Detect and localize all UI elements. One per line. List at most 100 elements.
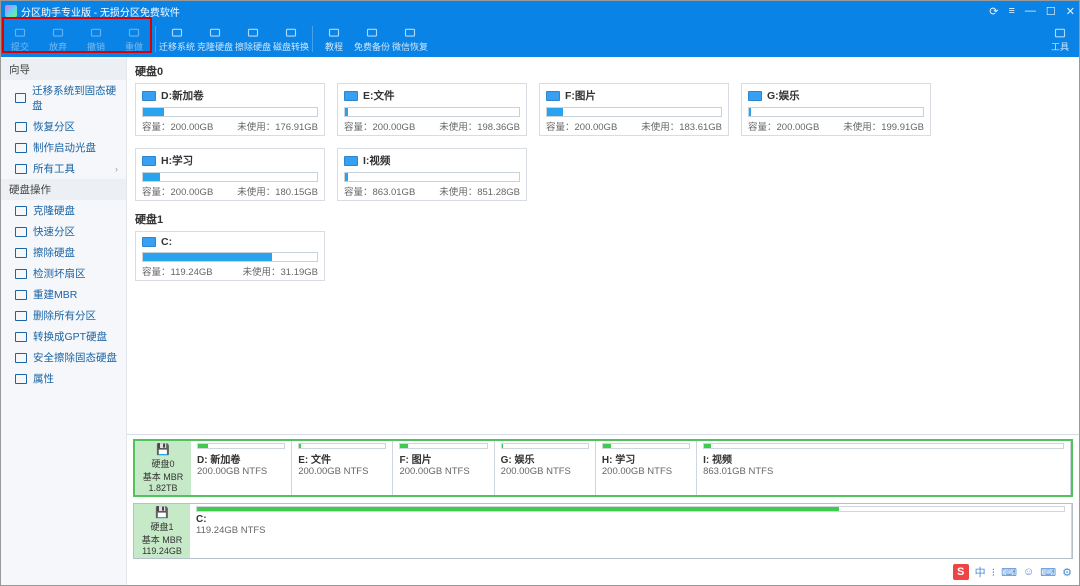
toolbar: 提交 放弃 撤销 重做 迁移系统 克隆硬盘 擦除硬盘 磁盘转换 教程 免费备份 … [1, 21, 1079, 57]
sidebar-item[interactable]: 擦除硬盘 [1, 242, 126, 263]
free-label: 未使用：183.61GB [641, 119, 722, 133]
disk-map-row[interactable]: 💾 硬盘0 基本 MBR 1.82TB D: 新加卷 200.00GB NTFS… [133, 439, 1073, 497]
disk-meta-line: 基本 MBR [142, 533, 183, 546]
partition-name: C: [161, 236, 172, 248]
toolbar-label: 重做 [125, 40, 143, 53]
toolbar-convert-icon[interactable]: 磁盘转换 [272, 26, 310, 53]
chevron-right-icon: › [115, 164, 118, 174]
to-gpt-icon [15, 332, 27, 342]
partition-card[interactable]: C: 容量：119.24GB 未使用：31.19GB [135, 231, 325, 281]
usage-bar [344, 172, 520, 182]
toolbar-label: 微信恢复 [392, 40, 428, 53]
capacity-label: 容量：200.00GB [748, 119, 819, 133]
partition-card[interactable]: D:新加卷 容量：200.00GB 未使用：176.91GB [135, 83, 325, 136]
app-logo-icon [5, 5, 17, 17]
toolbar-label: 擦除硬盘 [235, 40, 271, 53]
disk-map-partition[interactable]: H: 学习 200.00GB NTFS [596, 441, 697, 495]
sidebar-item[interactable]: 恢复分区 [1, 116, 126, 137]
usage-bar [748, 107, 924, 117]
free-label: 未使用：851.28GB [439, 184, 520, 198]
all-tools-icon [15, 164, 27, 174]
wipe-icon [245, 26, 261, 40]
tray-lang[interactable]: 中 [975, 564, 986, 580]
partition-name: G:娱乐 [767, 88, 800, 103]
disk-group-label: 硬盘1 [135, 211, 1071, 227]
disk-group-label: 硬盘0 [135, 63, 1071, 79]
sidebar-item-label: 克隆硬盘 [33, 203, 75, 218]
sidebar-item-label: 删除所有分区 [33, 308, 96, 323]
toolbar-free-backup-icon[interactable]: 免费备份 [353, 26, 391, 53]
capacity-label: 容量：200.00GB [344, 119, 415, 133]
toolbar-redo-icon[interactable]: 重做 [115, 26, 153, 53]
partition-name: I: 视频 [703, 451, 1064, 466]
check-bad-icon [15, 269, 27, 279]
system-tray: S 中 ⁝ ⌨ ☺ ⌨ ⚙ [953, 564, 1072, 580]
disk-meta: 💾 硬盘1 基本 MBR 119.24GB [134, 504, 190, 558]
toolbar-wipe-icon[interactable]: 擦除硬盘 [234, 26, 272, 53]
toolbar-undo-icon[interactable]: 撤销 [77, 26, 115, 53]
disk-meta-line: 基本 MBR [143, 470, 184, 483]
partition-sub: 200.00GB NTFS [298, 466, 386, 477]
toolbar-tutorial-icon[interactable]: 教程 [315, 26, 353, 53]
sidebar-item[interactable]: 删除所有分区 [1, 305, 126, 326]
tray-icon-3[interactable]: ⌨ [1001, 566, 1017, 579]
usage-bar [344, 107, 520, 117]
sidebar-item[interactable]: 安全擦除固态硬盘 [1, 347, 126, 368]
disk-map-partition[interactable]: E: 文件 200.00GB NTFS [292, 441, 393, 495]
drive-icon [546, 91, 560, 101]
sidebar-item[interactable]: 所有工具 › [1, 158, 126, 179]
delete-all-icon [15, 311, 27, 321]
sidebar-item[interactable]: 制作启动光盘 [1, 137, 126, 158]
capacity-label: 容量：200.00GB [546, 119, 617, 133]
ime-icon[interactable]: S [953, 564, 969, 580]
disk-map-partition[interactable]: D: 新加卷 200.00GB NTFS [191, 441, 292, 495]
free-backup-icon [364, 26, 380, 40]
sidebar-item-label: 属性 [33, 371, 54, 386]
sidebar-item[interactable]: 重建MBR [1, 284, 126, 305]
sidebar-item[interactable]: 迁移系统到固态硬盘 [1, 80, 126, 116]
toolbar-wechat-recover-icon[interactable]: 微信恢复 [391, 26, 429, 53]
toolbar-clone-icon[interactable]: 克隆硬盘 [196, 26, 234, 53]
disk-map-row[interactable]: 💾 硬盘1 基本 MBR 119.24GB C: 119.24GB NTFS [133, 503, 1073, 559]
refresh-icon[interactable]: ⟳ [989, 5, 998, 18]
sidebar-item[interactable]: 克隆硬盘 [1, 200, 126, 221]
disk-map-partition[interactable]: C: 119.24GB NTFS [190, 504, 1072, 558]
partition-card[interactable]: E:文件 容量：200.00GB 未使用：198.36GB [337, 83, 527, 136]
undo-icon [88, 26, 104, 40]
partition-card[interactable]: F:图片 容量：200.00GB 未使用：183.61GB [539, 83, 729, 136]
tray-icon-6[interactable]: ⚙ [1062, 566, 1072, 579]
migrate-ssd-icon [15, 93, 26, 103]
capacity-label: 容量：119.24GB [142, 264, 213, 278]
tray-icon-2[interactable]: ⁝ [992, 566, 996, 579]
sidebar-item[interactable]: 属性 [1, 368, 126, 389]
disk-map-partition[interactable]: I: 视频 863.01GB NTFS [697, 441, 1071, 495]
sidebar-item[interactable]: 检测坏扇区 [1, 263, 126, 284]
menu-icon[interactable]: ≡ [1008, 5, 1014, 18]
disk-map-partition[interactable]: F: 图片 200.00GB NTFS [393, 441, 494, 495]
toolbar-tools[interactable]: 工具 [1041, 21, 1079, 57]
minimize-icon[interactable]: — [1025, 5, 1036, 18]
toolbar-discard-icon[interactable]: 放弃 [39, 26, 77, 53]
toolbar-apply-icon[interactable]: 提交 [1, 26, 39, 53]
close-icon[interactable]: ✕ [1066, 5, 1075, 18]
partition-card[interactable]: G:娱乐 容量：200.00GB 未使用：199.91GB [741, 83, 931, 136]
partition-sub: 863.01GB NTFS [703, 466, 1064, 477]
tray-icon-4[interactable]: ☺ [1023, 566, 1034, 578]
partition-card[interactable]: H:学习 容量：200.00GB 未使用：180.15GB [135, 148, 325, 201]
partition-name: H:学习 [161, 153, 193, 168]
sidebar: 向导 迁移系统到固态硬盘 恢复分区 制作启动光盘 所有工具 › 硬盘操作 克隆硬… [1, 57, 127, 585]
sidebar-item[interactable]: 转换成GPT硬盘 [1, 326, 126, 347]
drive-icon [344, 156, 358, 166]
partition-name: D:新加卷 [161, 88, 204, 103]
boot-disc-icon [15, 143, 27, 153]
partition-card[interactable]: I:视频 容量：863.01GB 未使用：851.28GB [337, 148, 527, 201]
free-label: 未使用：180.15GB [237, 184, 318, 198]
toolbar-migrate-icon[interactable]: 迁移系统 [158, 26, 196, 53]
sidebar-item[interactable]: 快速分区 [1, 221, 126, 242]
tray-icon-5[interactable]: ⌨ [1040, 566, 1056, 579]
partition-name: C: [196, 514, 1065, 525]
disk-map-partition[interactable]: G: 娱乐 200.00GB NTFS [495, 441, 596, 495]
disk-meta: 💾 硬盘0 基本 MBR 1.82TB [135, 441, 191, 495]
maximize-icon[interactable]: ☐ [1046, 5, 1056, 18]
capacity-label: 容量：200.00GB [142, 119, 213, 133]
